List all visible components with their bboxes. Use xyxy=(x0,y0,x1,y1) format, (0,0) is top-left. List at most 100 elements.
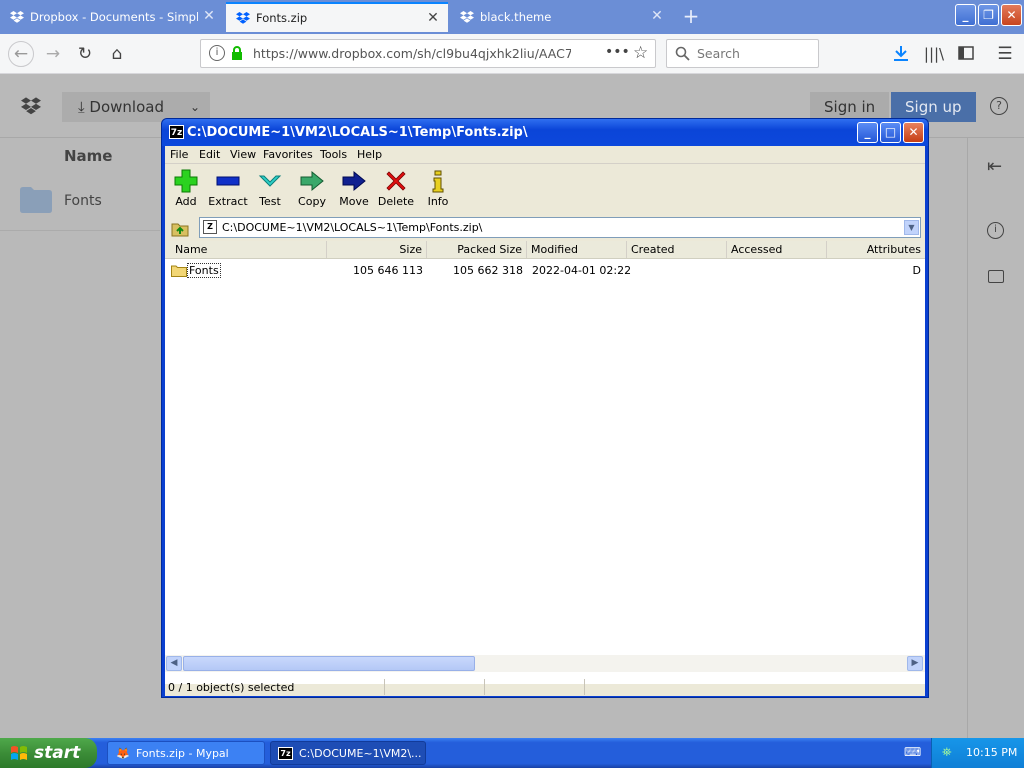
library-icon[interactable]: |||\ xyxy=(922,42,946,66)
dropbox-icon xyxy=(10,11,24,23)
test-button[interactable]: Test xyxy=(249,165,291,213)
copy-label: Copy xyxy=(298,195,326,208)
copy-icon xyxy=(300,170,324,192)
extract-label: Extract xyxy=(208,195,248,208)
up-folder-icon[interactable] xyxy=(171,219,189,237)
info-label: Info xyxy=(427,195,449,208)
info-button[interactable]: Info xyxy=(417,165,459,213)
delete-icon xyxy=(386,171,406,191)
task-7zip[interactable]: 7z C:\DOCUME~1\VM2\... xyxy=(270,741,426,765)
info-icon[interactable]: i xyxy=(987,222,1004,239)
status-bar: 0 / 1 object(s) selected xyxy=(165,676,925,696)
url-text[interactable]: https://www.dropbox.com/sh/cl9bu4qjxhk2l… xyxy=(253,46,571,61)
clock[interactable]: 10:15 PM xyxy=(966,746,1017,759)
tab-fonts-zip[interactable]: Fonts.zip ✕ xyxy=(226,2,448,32)
column-name-header[interactable]: Name xyxy=(64,147,112,165)
file-row[interactable]: Fonts xyxy=(0,181,160,231)
address-text: C:\DOCUME~1\VM2\LOCALS~1\Temp\Fonts.zip\ xyxy=(222,221,483,234)
info-icon[interactable]: i xyxy=(209,45,225,61)
back-icon[interactable]: ← xyxy=(8,41,34,67)
delete-button[interactable]: Delete xyxy=(375,165,417,213)
keyboard-icon[interactable]: ⌨ xyxy=(904,745,921,759)
tab-dropbox-documents[interactable]: Dropbox - Documents - Simplify yo ✕ xyxy=(0,2,224,32)
bookmark-star-icon[interactable]: ☆ xyxy=(633,43,648,63)
close-tab-icon[interactable]: ✕ xyxy=(202,9,216,23)
column-packed-size[interactable]: Packed Size xyxy=(427,241,527,258)
horizontal-scrollbar[interactable]: ◀ ▶ xyxy=(165,655,925,672)
window-title: C:\DOCUME~1\VM2\LOCALS~1\Temp\Fonts.zip\ xyxy=(187,125,528,140)
menu-tools[interactable]: Tools xyxy=(320,148,347,161)
download-label: Download xyxy=(89,98,164,116)
maximize-button[interactable]: □ xyxy=(880,122,901,143)
status-text: 0 / 1 object(s) selected xyxy=(168,681,295,694)
tab-black-theme[interactable]: black.theme ✕ xyxy=(450,2,672,32)
network-icon[interactable]: ⛯ xyxy=(942,745,952,760)
tab-label: Fonts.zip xyxy=(256,11,308,25)
scroll-thumb[interactable] xyxy=(183,656,475,671)
column-accessed[interactable]: Accessed xyxy=(727,241,827,258)
menu-edit[interactable]: Edit xyxy=(199,148,220,161)
file-name[interactable]: Fonts xyxy=(64,193,102,209)
chevron-down-icon[interactable]: ▼ xyxy=(904,220,919,235)
collapse-panel-icon[interactable]: ⇤ xyxy=(987,156,1002,177)
sidebar-icon[interactable] xyxy=(958,46,974,60)
dropbox-icon xyxy=(460,11,474,23)
window-client: File Edit View Favorites Tools Help Add … xyxy=(165,146,925,696)
restore-window-button[interactable]: ❐ xyxy=(978,4,999,26)
row-name[interactable]: Fonts xyxy=(187,263,221,278)
file-list: Name Size Packed Size Modified Created A… xyxy=(165,241,925,684)
info-icon xyxy=(432,170,444,193)
menu-file[interactable]: File xyxy=(170,148,188,161)
menu-favorites[interactable]: Favorites xyxy=(263,148,313,161)
copy-button[interactable]: Copy xyxy=(291,165,333,213)
home-icon[interactable]: ⌂ xyxy=(105,42,129,66)
status-divider xyxy=(384,679,385,695)
lock-icon xyxy=(232,46,242,60)
menu-icon[interactable]: ☰ xyxy=(993,42,1017,66)
mypal-icon: 🦊 xyxy=(116,747,130,760)
test-icon xyxy=(258,175,282,187)
close-tab-icon[interactable]: ✕ xyxy=(426,11,440,25)
scroll-right-icon[interactable]: ▶ xyxy=(907,656,923,671)
extract-button[interactable]: Extract xyxy=(207,165,249,213)
move-button[interactable]: Move xyxy=(333,165,375,213)
scroll-left-icon[interactable]: ◀ xyxy=(166,656,182,671)
window-titlebar[interactable]: 7z C:\DOCUME~1\VM2\LOCALS~1\Temp\Fonts.z… xyxy=(162,119,928,146)
menu-help[interactable]: Help xyxy=(357,148,382,161)
status-divider xyxy=(484,679,485,695)
search-bar[interactable]: Search xyxy=(666,39,819,68)
task-label: C:\DOCUME~1\VM2\... xyxy=(299,747,422,760)
column-name[interactable]: Name xyxy=(171,241,327,258)
page-actions-icon[interactable]: ••• xyxy=(605,44,630,60)
url-bar[interactable]: i https://www.dropbox.com/sh/cl9bu4qjxhk… xyxy=(200,39,656,68)
row-attributes: D xyxy=(912,264,921,277)
new-tab-icon[interactable]: + xyxy=(681,5,701,27)
system-tray: ⛯ 10:15 PM xyxy=(931,738,1024,768)
minimize-window-button[interactable]: _ xyxy=(955,4,976,26)
column-created[interactable]: Created xyxy=(627,241,727,258)
address-field[interactable]: Z C:\DOCUME~1\VM2\LOCALS~1\Temp\Fonts.zi… xyxy=(199,217,921,238)
add-button[interactable]: Add xyxy=(165,165,207,213)
column-size[interactable]: Size xyxy=(327,241,427,258)
dropbox-logo-icon[interactable] xyxy=(20,96,42,116)
close-button[interactable]: ✕ xyxy=(903,122,924,143)
close-tab-icon[interactable]: ✕ xyxy=(650,9,664,23)
forward-icon[interactable]: → xyxy=(41,42,65,66)
browser-nav-bar: ← → ↻ ⌂ i https://www.dropbox.com/sh/cl9… xyxy=(0,34,1024,74)
downloads-icon[interactable] xyxy=(893,45,909,62)
start-button[interactable]: start xyxy=(0,738,97,768)
close-window-button[interactable]: ✕ xyxy=(1001,4,1022,26)
comment-icon[interactable] xyxy=(988,270,1004,283)
task-mypal[interactable]: 🦊 Fonts.zip - Mypal xyxy=(107,741,265,765)
reload-icon[interactable]: ↻ xyxy=(73,42,97,66)
column-modified[interactable]: Modified xyxy=(527,241,627,258)
help-icon[interactable]: ? xyxy=(990,97,1008,115)
browser-tab-strip: Dropbox - Documents - Simplify yo ✕ Font… xyxy=(0,0,1024,34)
taskbar: start 🦊 Fonts.zip - Mypal 7z C:\DOCUME~1… xyxy=(0,738,1024,768)
minimize-button[interactable]: _ xyxy=(857,122,878,143)
task-label: Fonts.zip - Mypal xyxy=(136,747,229,760)
menu-view[interactable]: View xyxy=(230,148,256,161)
tab-label: Dropbox - Documents - Simplify yo xyxy=(30,10,198,24)
folder-icon xyxy=(171,265,187,277)
column-attributes[interactable]: Attributes xyxy=(827,241,925,258)
